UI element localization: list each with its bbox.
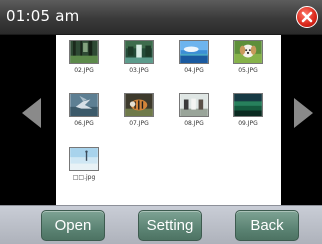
chevron-left-icon	[22, 98, 41, 128]
file-label: 02.JPG	[74, 67, 94, 74]
file-label: 07.JPG	[129, 120, 149, 127]
file-label: □□.jpg	[72, 174, 96, 181]
file-item[interactable]: 07.JPG	[117, 93, 161, 127]
file-item[interactable]: 02.JPG	[62, 40, 106, 74]
file-label: 08.JPG	[184, 120, 204, 127]
file-item[interactable]: □□.jpg	[62, 147, 106, 181]
open-button[interactable]: Open	[41, 210, 105, 241]
ocean-sky-photo	[179, 40, 209, 64]
file-item[interactable]: 09.JPG	[226, 93, 270, 127]
back-button[interactable]: Back	[235, 210, 299, 241]
setting-button[interactable]: Setting	[138, 210, 202, 241]
file-label: 06.JPG	[74, 120, 94, 127]
file-item[interactable]: 03.JPG	[117, 40, 161, 74]
file-item[interactable]: 06.JPG	[62, 93, 106, 127]
previous-page-button[interactable]	[22, 98, 42, 132]
next-page-button[interactable]	[293, 98, 313, 132]
horses-photo	[179, 93, 209, 117]
waterfall-photo	[124, 40, 154, 64]
file-label: 04.JPG	[184, 67, 204, 74]
title-bar: 01:05 am	[0, 0, 322, 35]
clock-time: 01:05 am	[6, 7, 80, 25]
file-label: 09.JPG	[238, 120, 258, 127]
tiger-photo	[124, 93, 154, 117]
file-label: 05.JPG	[238, 67, 258, 74]
close-icon	[301, 11, 313, 23]
bottom-toolbar: Open Setting Back	[0, 205, 322, 244]
file-item[interactable]: 08.JPG	[172, 93, 216, 127]
landscape-photo	[233, 93, 263, 117]
file-browser-panel: 02.JPG 03.JPG 04.JPG 05.JPG 06.JPG 07.JP…	[56, 35, 281, 205]
forest-photo	[69, 40, 99, 64]
puppy-photo	[233, 40, 263, 64]
file-item[interactable]: 04.JPG	[172, 40, 216, 74]
bird-photo	[69, 93, 99, 117]
file-item[interactable]: 05.JPG	[226, 40, 270, 74]
file-label: 03.JPG	[129, 67, 149, 74]
chevron-right-icon	[294, 98, 313, 128]
sky-photo	[69, 147, 99, 171]
close-button[interactable]	[296, 6, 318, 28]
